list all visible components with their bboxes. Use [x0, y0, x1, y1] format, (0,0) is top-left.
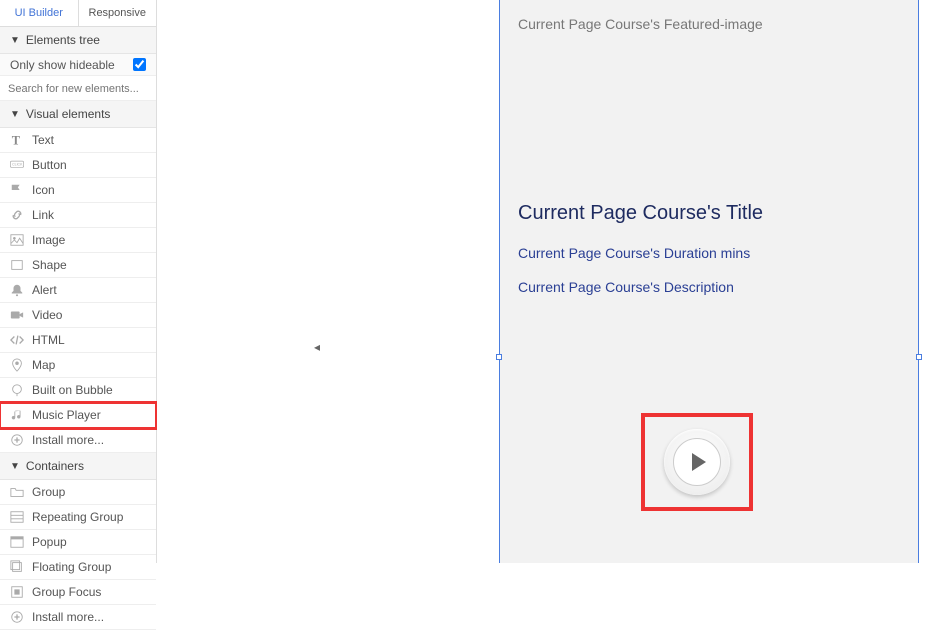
course-duration[interactable]: Current Page Course's Duration mins — [518, 245, 900, 261]
item-label: HTML — [32, 333, 65, 347]
container-item-repeating-group[interactable]: Repeating Group — [0, 505, 156, 530]
container-item-group-focus[interactable]: Group Focus — [0, 580, 156, 605]
plus-icon — [8, 610, 26, 624]
item-label: Text — [32, 133, 54, 147]
item-label: Install more... — [32, 433, 104, 447]
visual-item-video[interactable]: Video — [0, 303, 156, 328]
shape-icon — [8, 258, 26, 272]
item-label: Music Player — [32, 408, 101, 422]
section-visual-elements[interactable]: ▼ Visual elements — [0, 101, 156, 128]
svg-text:T: T — [12, 133, 20, 147]
item-label: Alert — [32, 283, 57, 297]
text-icon: T — [8, 133, 26, 147]
play-button[interactable] — [673, 438, 721, 486]
selection-handle-icon[interactable] — [916, 354, 922, 360]
popup-icon — [8, 535, 26, 549]
image-icon — [8, 233, 26, 247]
pin-icon — [8, 358, 26, 372]
item-label: Install more... — [32, 610, 104, 624]
only-hideable-checkbox[interactable] — [133, 58, 146, 71]
container-item-floating-group[interactable]: Floating Group — [0, 555, 156, 580]
item-label: Video — [32, 308, 62, 322]
visual-item-music-player[interactable]: Music Player — [0, 403, 156, 428]
item-label: Floating Group — [32, 560, 111, 574]
only-hideable-label: Only show hideable — [10, 58, 115, 72]
visual-item-shape[interactable]: Shape — [0, 253, 156, 278]
selection-handle-icon[interactable] — [496, 354, 502, 360]
item-label: Image — [32, 233, 65, 247]
container-item-group[interactable]: Group — [0, 480, 156, 505]
folder-icon — [8, 485, 26, 499]
container-item-install-more[interactable]: Install more... — [0, 605, 156, 630]
play-icon — [692, 453, 706, 471]
course-title[interactable]: Current Page Course's Title — [518, 202, 900, 225]
bell-icon — [8, 283, 26, 297]
visual-item-button[interactable]: CLICK Button — [0, 153, 156, 178]
visual-item-text[interactable]: T Text — [0, 128, 156, 153]
section-label: Containers — [26, 459, 84, 473]
flag-icon — [8, 183, 26, 197]
link-icon — [8, 208, 26, 222]
item-label: Shape — [32, 258, 67, 272]
visual-item-map[interactable]: Map — [0, 353, 156, 378]
float-icon — [8, 560, 26, 574]
course-description[interactable]: Current Page Course's Description — [518, 279, 900, 295]
canvas[interactable]: ◂ Current Page Course's Featured-image C… — [157, 0, 938, 563]
side-tabs: UI Builder Responsive — [0, 0, 156, 27]
visual-item-alert[interactable]: Alert — [0, 278, 156, 303]
svg-text:CLICK: CLICK — [12, 163, 23, 167]
music-player-highlight — [641, 413, 753, 511]
section-label: Visual elements — [26, 107, 111, 121]
item-label: Link — [32, 208, 54, 222]
section-label: Elements tree — [26, 33, 100, 47]
item-label: Built on Bubble — [32, 383, 113, 397]
section-elements-tree[interactable]: ▼ Elements tree — [0, 27, 156, 54]
music-icon — [8, 408, 26, 422]
item-label: Popup — [32, 535, 67, 549]
music-player-element[interactable] — [664, 429, 730, 495]
repeat-icon — [8, 510, 26, 524]
only-hideable-row[interactable]: Only show hideable — [0, 54, 156, 76]
collapse-handle-icon[interactable]: ◂ — [314, 340, 320, 354]
caret-down-icon: ▼ — [10, 461, 20, 472]
video-icon — [8, 308, 26, 322]
featured-image-placeholder[interactable]: Current Page Course's Featured-image — [518, 16, 900, 32]
search-row — [0, 76, 156, 101]
visual-item-install-more[interactable]: Install more... — [0, 428, 156, 453]
visual-item-html[interactable]: HTML — [0, 328, 156, 353]
button-icon: CLICK — [8, 158, 26, 172]
item-label: Icon — [32, 183, 55, 197]
search-input[interactable] — [8, 83, 148, 95]
container-item-popup[interactable]: Popup — [0, 530, 156, 555]
bubble-icon — [8, 383, 26, 397]
caret-down-icon: ▼ — [10, 109, 20, 120]
item-label: Group Focus — [32, 585, 101, 599]
caret-down-icon: ▼ — [10, 35, 20, 46]
visual-item-image[interactable]: Image — [0, 228, 156, 253]
item-label: Map — [32, 358, 55, 372]
code-icon — [8, 333, 26, 347]
item-label: Group — [32, 485, 65, 499]
focus-icon — [8, 585, 26, 599]
visual-item-icon[interactable]: Icon — [0, 178, 156, 203]
section-containers[interactable]: ▼ Containers — [0, 453, 156, 480]
plus-icon — [8, 433, 26, 447]
item-label: Repeating Group — [32, 510, 123, 524]
tab-responsive[interactable]: Responsive — [79, 0, 157, 26]
visual-item-link[interactable]: Link — [0, 203, 156, 228]
visual-item-built-on-bubble[interactable]: Built on Bubble — [0, 378, 156, 403]
sidebar: UI Builder Responsive ▼ Elements tree On… — [0, 0, 157, 563]
tab-ui-builder[interactable]: UI Builder — [0, 0, 79, 26]
item-label: Button — [32, 158, 67, 172]
